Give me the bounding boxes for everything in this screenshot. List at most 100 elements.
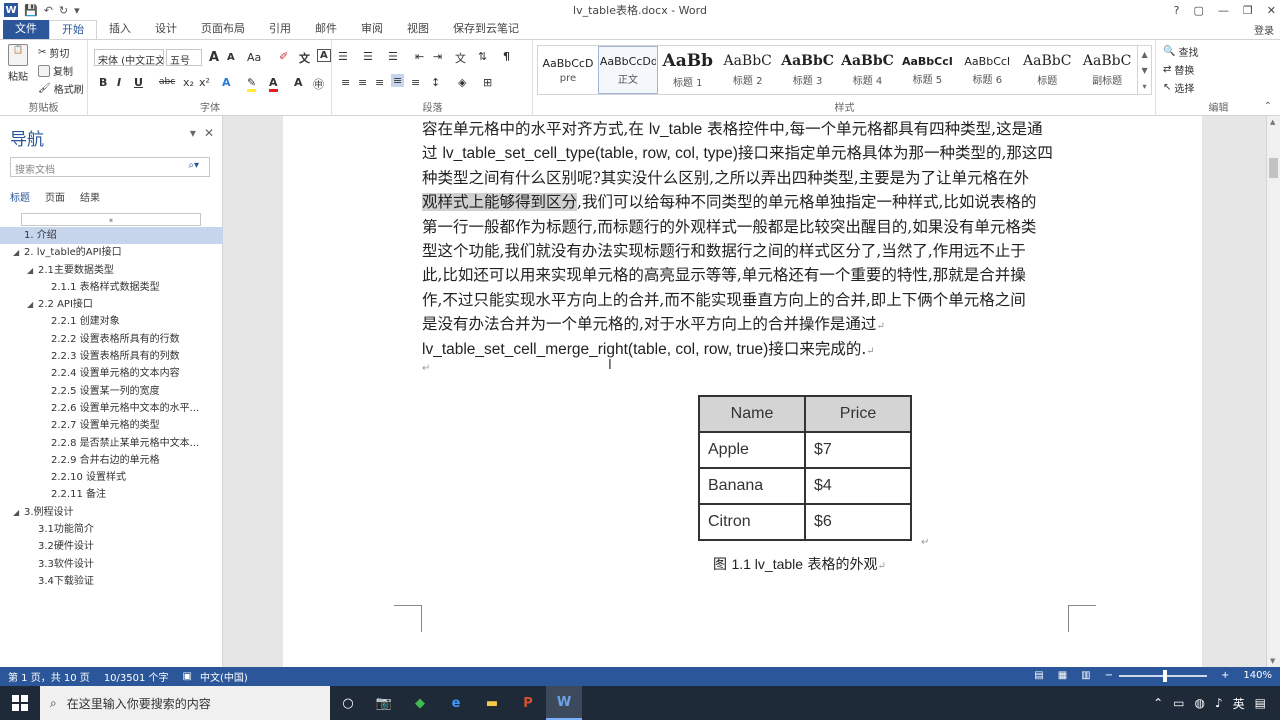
scroll-up-icon[interactable]: ▲ [1141, 50, 1147, 59]
bullets-icon[interactable]: ☰ [338, 50, 348, 63]
decrease-indent-icon[interactable]: ⇤ [415, 50, 424, 63]
zoom-level[interactable]: 140% [1243, 670, 1272, 681]
grow-font-button[interactable]: A [209, 50, 219, 65]
tray-expand-icon[interactable]: ⌃ [1153, 696, 1163, 710]
figure-caption[interactable]: 图 1.1 lv_table 表格的外观↵ [713, 554, 886, 574]
expand-arrow-icon[interactable]: ◢ [13, 244, 19, 261]
tab-review[interactable]: 审阅 [349, 20, 395, 39]
tab-home[interactable]: 开始 [49, 20, 97, 39]
nav-item[interactable]: 2.2.5 设置某一列的宽度 [0, 383, 223, 400]
char-border-icon[interactable]: A [317, 49, 331, 62]
highlight-color-icon[interactable]: ✎ [247, 76, 257, 92]
nav-item[interactable]: ◢ 2.1主要数据类型 [0, 262, 223, 279]
style-heading-3[interactable]: AaBbC 标题 3 [778, 46, 838, 94]
nav-item[interactable]: 2.2.11 备注 [0, 486, 223, 503]
expand-arrow-icon[interactable]: ◢ [13, 504, 19, 521]
chinese-layout-icon[interactable]: 文 [455, 50, 466, 66]
style-subtitle[interactable]: AaBbC 副标题 [1077, 46, 1137, 94]
borders-icon[interactable]: ⊞ [483, 76, 492, 89]
select-button[interactable]: ↖ 选择 [1163, 80, 1194, 95]
copy-button[interactable]: 复制 [38, 63, 73, 78]
camera-app-icon[interactable]: 📷 [366, 686, 402, 720]
clear-format-icon[interactable]: ✐ [279, 50, 288, 63]
cut-button[interactable]: ✂ 剪切 [38, 45, 69, 60]
network-icon[interactable]: ◍ [1194, 696, 1204, 710]
word-count[interactable]: 10/3501 个字 [104, 669, 169, 684]
nav-item[interactable]: 2.2.8 是否禁止某单元格中文本... [0, 435, 223, 452]
subscript-button[interactable]: x₂ [183, 76, 194, 89]
battery-icon[interactable]: ▭ [1173, 696, 1184, 710]
char-shading-icon[interactable]: A [294, 76, 303, 89]
nav-item[interactable]: 2.2.10 设置样式 [0, 469, 223, 486]
nav-search-input[interactable]: 搜索文档 ⌕▾ [10, 157, 210, 177]
scroll-thumb[interactable] [1269, 158, 1278, 178]
edge-browser-icon[interactable]: e [438, 686, 474, 720]
vertical-scrollbar[interactable]: ▲ ▼ [1266, 116, 1280, 667]
notification-icon[interactable]: ▤ [1255, 696, 1266, 710]
nav-item[interactable]: 3.1功能简介 [0, 521, 223, 538]
read-mode-icon[interactable]: ▤ [1034, 670, 1043, 681]
italic-button[interactable]: I [117, 76, 121, 89]
tab-file[interactable]: 文件 [3, 20, 49, 39]
nav-close-icon[interactable]: ✕ [204, 126, 214, 140]
nav-item[interactable]: 2.1.1 表格样式数据类型 [0, 279, 223, 296]
expand-arrow-icon[interactable]: ◢ [27, 296, 33, 313]
increase-indent-icon[interactable]: ⇥ [433, 50, 442, 63]
collapse-ribbon-icon[interactable]: ⌃ [1264, 101, 1272, 112]
style-normal[interactable]: AaBbCcDd 正文 [597, 46, 658, 94]
text-effects-icon[interactable]: A [222, 76, 231, 89]
undo-icon[interactable]: ↶ [44, 4, 53, 17]
save-icon[interactable]: 💾 [24, 4, 38, 17]
distributed-icon[interactable]: ≡ [411, 76, 420, 89]
tab-design[interactable]: 设计 [143, 20, 189, 39]
minimize-icon[interactable]: — [1218, 4, 1229, 17]
volume-icon[interactable]: ♪ [1215, 696, 1223, 710]
page-count[interactable]: 第 1 页，共 10 页 [8, 669, 90, 684]
body-paragraph[interactable]: 容在单元格中的水平对齐方式,在 lv_table 表格控件中,每一个单元格都具有… [422, 117, 1070, 361]
nav-item[interactable]: 2.2.2 设置表格所具有的行数 [0, 331, 223, 348]
help-button[interactable]: ? [1174, 4, 1180, 17]
language-status[interactable]: 中文(中国) [200, 669, 248, 684]
zoom-slider-thumb[interactable] [1163, 669, 1168, 682]
nav-item[interactable]: 3.2硬件设计 [0, 538, 223, 555]
style-heading-4[interactable]: AaBbC 标题 4 [838, 46, 898, 94]
style-title[interactable]: AaBbC 标题 [1017, 46, 1077, 94]
show-marks-icon[interactable]: ¶ [503, 50, 510, 63]
zoom-slider[interactable] [1119, 669, 1208, 682]
style-heading-1[interactable]: AaBb 标题 1 [658, 46, 718, 94]
file-explorer-icon[interactable]: ▬ [474, 686, 510, 720]
font-color-icon[interactable]: A [269, 76, 278, 92]
nav-item[interactable]: 3.3软件设计 [0, 556, 223, 573]
nav-item[interactable]: 2.2.7 设置单元格的类型 [0, 417, 223, 434]
align-right-icon[interactable]: ≡ [375, 76, 384, 89]
task-view-icon[interactable]: ○ [330, 686, 366, 720]
bold-button[interactable]: B [99, 76, 107, 89]
nav-item[interactable]: 2.2.1 创建对象 [0, 313, 223, 330]
style-heading-2[interactable]: AaBbC 标题 2 [718, 46, 778, 94]
nav-item[interactable]: ◢ 2. lv_table的API接口 [0, 244, 223, 261]
tab-view[interactable]: 视图 [395, 20, 441, 39]
figure-table[interactable]: Name Price Apple $7 Banana $4 Citron $6 [698, 395, 912, 541]
tab-mailings[interactable]: 邮件 [303, 20, 349, 39]
nav-item[interactable]: 1. 介绍 [0, 227, 223, 245]
tab-references[interactable]: 引用 [257, 20, 303, 39]
scroll-down-icon[interactable]: ▼ [1141, 66, 1147, 75]
expand-arrow-icon[interactable]: ◢ [27, 262, 33, 279]
tab-cloud-notes[interactable]: 保存到云笔记 [441, 20, 531, 39]
ribbon-display-icon[interactable]: ▢ [1194, 4, 1204, 17]
styles-scroll[interactable]: ▲ ▼ ▾ [1137, 46, 1151, 94]
style-heading-6[interactable]: AaBbCcI 标题 6 [957, 46, 1017, 94]
change-case-button[interactable]: Aa [247, 51, 261, 64]
nav-item[interactable]: 2.2.4 设置单元格的文本内容 [0, 365, 223, 382]
style-pre[interactable]: AaBbCcD pre [538, 46, 598, 94]
nav-item[interactable]: ◢ 2.2 API接口 [0, 296, 223, 313]
document-page[interactable]: 容在单元格中的水平对齐方式,在 lv_table 表格控件中,每一个单元格都具有… [283, 116, 1202, 667]
taskbar-search-input[interactable]: ⌕ 在这里输入你要搜索的内容 [40, 686, 330, 720]
collapse-all-icon[interactable]: ⌅ [21, 213, 201, 226]
scroll-up-icon[interactable]: ▲ [1270, 118, 1275, 126]
login-link[interactable]: 登录 [1254, 22, 1274, 37]
tab-layout[interactable]: 页面布局 [189, 20, 257, 39]
align-center-icon[interactable]: ≡ [358, 76, 367, 89]
paste-button[interactable]: 📋 粘贴 [8, 44, 28, 83]
replace-button[interactable]: ⇄ 替换 [1163, 62, 1194, 77]
